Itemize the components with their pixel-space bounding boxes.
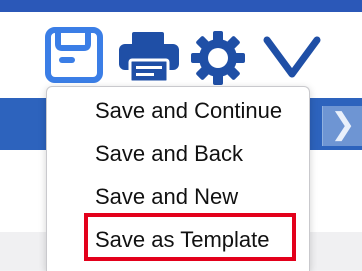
gear-icon[interactable] [190,30,246,86]
menu-item-label: Save and Continue [95,98,283,123]
top-band [0,0,362,12]
next-button[interactable]: ❯ [322,106,362,146]
menu-item-save-and-back[interactable]: Save and Back [47,134,309,174]
chevron-down-icon[interactable] [262,32,322,82]
save-icon[interactable] [44,26,104,84]
menu-item-label: Save and Back [95,141,243,166]
menu-item-label: Save and New [95,184,239,209]
save-menu: Save and Continue Save and Back Save and… [46,86,310,271]
print-icon[interactable] [118,30,180,84]
highlight-box [84,213,296,261]
menu-item-save-and-new[interactable]: Save and New [47,177,309,217]
menu-item-save-and-continue[interactable]: Save and Continue [47,91,309,131]
